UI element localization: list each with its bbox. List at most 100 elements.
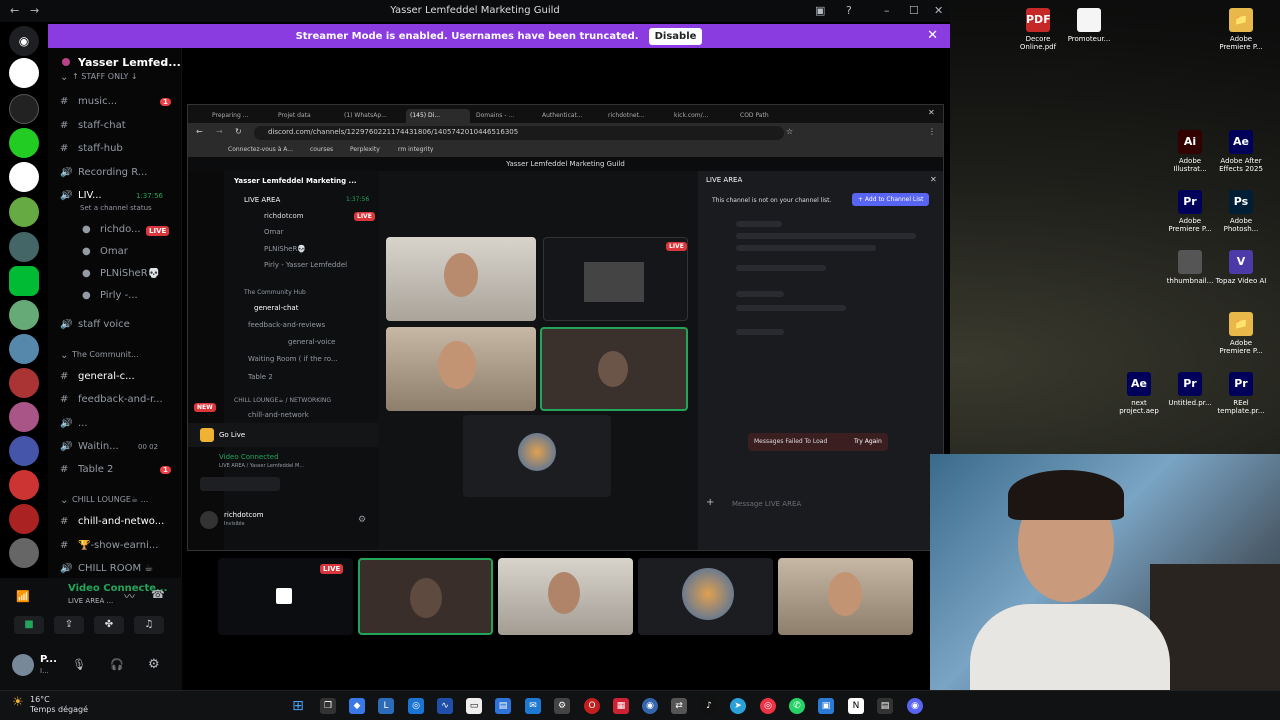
nested-user[interactable]: PLNiSheR💀 (264, 245, 306, 253)
channel-item[interactable]: general-c... (78, 371, 135, 382)
app-icon[interactable]: ⇄ (671, 698, 687, 714)
app-icon[interactable]: ◉ (642, 698, 658, 714)
url-field[interactable]: discord.com/channels/1229760221174431806… (254, 126, 784, 140)
soundboard-button[interactable]: ♫ (134, 616, 164, 634)
chrome-icon[interactable]: ◎ (760, 698, 776, 714)
video-tile-speaking[interactable] (540, 327, 688, 411)
weather-widget[interactable]: 16°C Temps dégagé (30, 695, 88, 716)
nested-camera-button[interactable] (200, 477, 280, 491)
notion-icon[interactable]: N (848, 698, 864, 714)
server-icon[interactable] (9, 232, 39, 262)
server-icon[interactable] (9, 402, 39, 432)
server-icon[interactable] (9, 94, 39, 124)
video-tile[interactable] (386, 327, 536, 411)
video-tile[interactable] (778, 558, 913, 635)
settings-gear-icon[interactable]: ⚙ (358, 515, 366, 525)
activities-button[interactable]: ✤ (94, 616, 124, 634)
server-icon[interactable] (9, 162, 39, 192)
server-icon[interactable] (9, 58, 39, 88)
app-icon[interactable]: ✉ (525, 698, 541, 714)
channel-item[interactable]: 🏆-show-earni... (78, 540, 158, 551)
menu-dots-icon[interactable]: ⋮ (928, 127, 936, 136)
camera-button[interactable]: ■ (14, 616, 44, 634)
channel-item[interactable]: Table 2 (78, 464, 113, 475)
server-icon[interactable] (9, 128, 39, 158)
add-to-channel-list-button[interactable]: + Add to Channel List (852, 193, 930, 206)
channel-item[interactable]: feedback-and-r... (78, 394, 163, 405)
browser-tab[interactable]: COD Path (736, 109, 800, 123)
server-icon[interactable] (9, 504, 39, 534)
channel-item[interactable]: ↑ STAFF ONLY ↓ (72, 72, 138, 81)
avatar[interactable] (200, 511, 218, 529)
app-icon[interactable]: ◎ (408, 698, 424, 714)
channel-status[interactable]: Set a channel status (80, 204, 152, 212)
video-tile[interactable] (498, 558, 633, 635)
channel-item[interactable]: Omar (100, 246, 128, 257)
desktop-icon[interactable]: Pr Untitled.pr... (1164, 372, 1216, 407)
desktop-icon[interactable]: Ai Adobe Illustrat... (1164, 130, 1216, 173)
nested-user[interactable]: Pirly - Yasser Lemfeddel (264, 261, 347, 269)
desktop-icon[interactable]: 📁 Adobe Premiere P... (1215, 312, 1267, 355)
nested-channel[interactable]: Table 2 (248, 373, 273, 381)
browser-tab[interactable]: kick.com/... (670, 109, 734, 123)
message-input[interactable]: Message LIVE AREA (732, 500, 801, 508)
close-icon[interactable]: ✕ (928, 108, 935, 117)
nested-vc-channel[interactable]: LIVE AREA / Yasser Lemfeddel M... (219, 463, 304, 469)
telegram-icon[interactable]: ➤ (730, 698, 746, 714)
weather-icon[interactable]: ☀ (12, 695, 24, 710)
screenshare-tile[interactable]: LIVE (218, 558, 353, 635)
disconnect-icon[interactable]: ☎ (151, 588, 165, 601)
help-icon[interactable]: ? (846, 4, 852, 17)
screenshare-tile[interactable]: LIVE (543, 237, 688, 321)
forward-arrow-icon[interactable]: → (216, 127, 223, 136)
desktop-icon[interactable]: Ps Adobe Photosh... (1215, 190, 1267, 233)
avatar-tile[interactable] (463, 415, 611, 497)
app-icon[interactable]: L (378, 698, 394, 714)
nested-channel[interactable]: general-voice (288, 338, 335, 346)
plus-icon[interactable]: + (706, 497, 714, 508)
channel-item[interactable]: The Communit... (72, 350, 139, 359)
server-icon[interactable] (9, 470, 39, 500)
chevron-down-icon[interactable]: ⌄ (160, 58, 168, 68)
channel-item[interactable]: staff voice (78, 319, 130, 330)
nested-live-area-channel[interactable]: LIVE AREA (244, 196, 280, 204)
nested-channel[interactable]: Waiting Room ( if the ro... (248, 355, 338, 363)
app-icon[interactable]: ▭ (466, 698, 482, 714)
bookmark-item[interactable]: Connectez-vous à A... (228, 146, 293, 153)
disable-button[interactable]: Disable (648, 27, 703, 45)
server-icon[interactable] (9, 436, 39, 466)
nested-channel[interactable]: general-chat (254, 304, 298, 312)
app-icon[interactable]: ▦ (613, 698, 629, 714)
browser-tab[interactable]: Projet data (274, 109, 338, 123)
headphones-icon[interactable]: 🎧 (110, 658, 124, 671)
bookmark-item[interactable]: Perplexity (350, 146, 380, 153)
server-icon[interactable] (9, 197, 39, 227)
minimize-icon[interactable]: – (884, 4, 890, 17)
channel-item[interactable]: Recording R... (78, 167, 147, 178)
task-view-icon[interactable]: ❐ (320, 698, 336, 714)
nested-video-connected[interactable]: Video Connected (219, 453, 279, 461)
server-icon[interactable] (9, 538, 39, 568)
whatsapp-icon[interactable]: ✆ (789, 698, 805, 714)
noise-suppression-icon[interactable]: 〰 (124, 588, 135, 604)
app-icon[interactable]: ▤ (877, 698, 893, 714)
copilot-icon[interactable]: ◆ (349, 698, 365, 714)
microphone-icon[interactable]: 🎙 (72, 658, 86, 671)
avatar-tile[interactable] (638, 558, 773, 635)
video-tile[interactable] (386, 237, 536, 321)
nested-channel[interactable]: feedback-and-reviews (248, 321, 325, 329)
try-again-button[interactable]: Try Again (854, 438, 882, 445)
nested-user[interactable]: Omar (264, 228, 284, 236)
channel-item[interactable]: chill-and-netwo... (78, 516, 164, 527)
nested-category[interactable]: CHILL LOUNGE☕ / NETWORKING (234, 397, 331, 404)
windows-start-icon[interactable]: ⊞ (290, 698, 306, 714)
channel-item[interactable]: LIV... (78, 190, 102, 201)
browser-tab[interactable]: richdotnet... (604, 109, 668, 123)
inbox-icon[interactable]: ▣ (815, 4, 825, 17)
discord-home-icon[interactable]: ◉ (9, 26, 39, 56)
channel-item[interactable]: CHILL ROOM ☕ (78, 563, 153, 574)
browser-tab[interactable]: (145) Di... (406, 109, 470, 123)
bookmark-item[interactable]: rm integrity (398, 146, 433, 153)
channel-item[interactable]: ... (78, 418, 88, 429)
channel-item[interactable]: CHILL LOUNGE☕ ... (72, 495, 148, 504)
